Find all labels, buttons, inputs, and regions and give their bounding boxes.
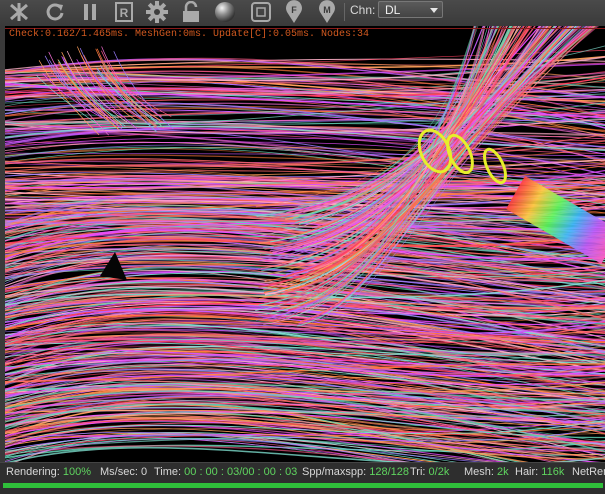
rendering-status: Rendering: 100% xyxy=(6,466,91,478)
render-viewport[interactable]: Check:0.162/1.465ms. MeshGen:0ms. Update… xyxy=(5,26,605,462)
chevron-down-icon xyxy=(430,8,438,13)
svg-text:R: R xyxy=(120,6,129,20)
channel-label: Chn: xyxy=(350,3,376,17)
spp-status: Spp/maxspp: 128/128 xyxy=(302,466,409,478)
time-value: 00 : 00 : 03/00 : 00 : 03 xyxy=(184,466,298,478)
hair-status: Hair: 116k xyxy=(515,466,564,478)
focus-pick-icon[interactable]: F xyxy=(281,0,307,24)
channel-select-value: DL xyxy=(385,3,401,17)
rendering-value: 100% xyxy=(62,466,92,478)
render-stats-overlay: Check:0.162/1.465ms. MeshGen:0ms. Update… xyxy=(9,29,370,40)
tone-map-icon[interactable] xyxy=(6,0,32,24)
hair-label: Hair: xyxy=(515,466,539,478)
toolbar-divider xyxy=(344,3,345,21)
rendering-label: Rendering: xyxy=(6,466,60,478)
refresh-icon[interactable] xyxy=(42,0,68,24)
clay-mode-icon[interactable] xyxy=(248,0,274,24)
svg-text:M: M xyxy=(323,5,331,15)
material-ball-icon[interactable] xyxy=(212,0,238,24)
ms-label: Ms/sec: xyxy=(100,466,138,478)
settings-icon[interactable] xyxy=(144,0,170,24)
tri-status: Tri: 0/2k xyxy=(410,466,449,478)
tri-label: Tri: xyxy=(410,466,426,478)
spp-label: Spp/maxspp: xyxy=(302,466,367,478)
material-pick-icon[interactable]: M xyxy=(314,0,340,24)
time-label: Time: xyxy=(154,466,182,478)
spp-value: 128/128 xyxy=(369,466,410,478)
render-progress-bar xyxy=(3,483,603,488)
lock-icon[interactable] xyxy=(178,0,204,24)
mesh-label: Mesh: xyxy=(464,466,494,478)
render-toolbar: R F M Chn: DL xyxy=(0,0,605,27)
ms-per-sec-status: Ms/sec: 0 xyxy=(100,466,147,478)
ms-value: 0 xyxy=(140,466,148,478)
render-progress-fill xyxy=(3,483,603,488)
tri-value: 0/2k xyxy=(428,466,450,478)
channel-select[interactable]: DL xyxy=(378,1,443,18)
rendered-hair-image xyxy=(5,26,605,462)
mesh-status: Mesh: 2k xyxy=(464,466,509,478)
time-status: Time: 00 : 00 : 03/00 : 00 : 03 xyxy=(154,466,297,478)
region-render-icon[interactable]: R xyxy=(111,0,137,24)
status-bar: Rendering: 100% Ms/sec: 0 Time: 00 : 00 … xyxy=(0,462,605,494)
netrender-status: NetRen xyxy=(572,466,605,478)
hair-value: 116k xyxy=(541,466,565,478)
svg-text:F: F xyxy=(291,5,297,15)
mesh-value: 2k xyxy=(497,466,509,478)
pause-icon[interactable] xyxy=(77,0,103,24)
